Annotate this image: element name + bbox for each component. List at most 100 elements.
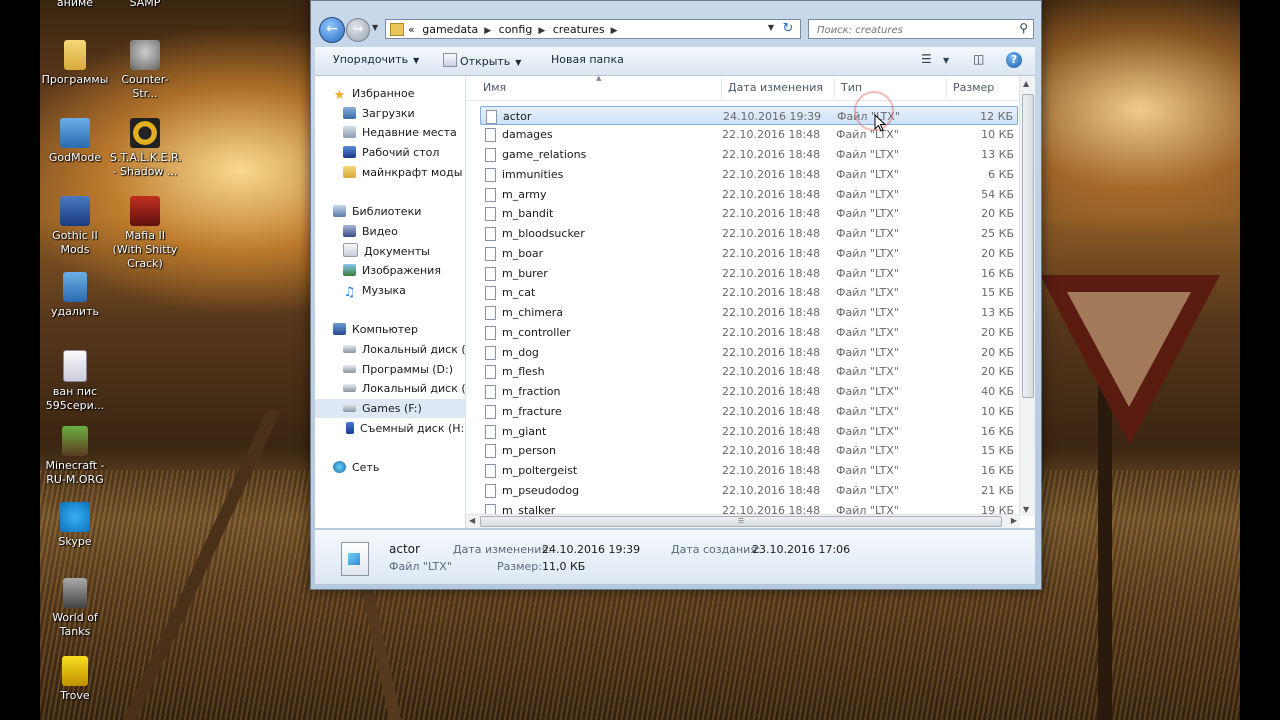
file-row[interactable]: m_pseudodog 22.10.2016 18:48 Файл "LTX" … — [480, 481, 1018, 500]
ltx-file-icon — [485, 148, 496, 162]
file-row[interactable]: damages 22.10.2016 18:48 Файл "LTX" 10 К… — [480, 125, 1018, 144]
desktop-icon-gothic[interactable]: Gothic II Mods — [40, 196, 110, 257]
desktop-icon-anime[interactable]: аниме — [40, 0, 110, 10]
scrollbar-thumb[interactable]: ☰ — [480, 516, 1002, 527]
horizontal-scrollbar[interactable]: ◀ ☰ ▶ — [466, 514, 1020, 528]
file-date: 22.10.2016 18:48 — [722, 188, 821, 201]
nav-item-libraries[interactable]: Библиотеки — [315, 202, 465, 221]
vertical-scrollbar[interactable]: ▲ ▼ — [1019, 76, 1035, 516]
change-view-button[interactable]: ☰ — [921, 52, 932, 70]
chevron-right-icon[interactable]: ▶ — [538, 26, 545, 36]
column-header-type[interactable]: Тип — [841, 81, 862, 94]
nav-item-drive-c[interactable]: Локальный диск (C — [315, 340, 465, 359]
file-row[interactable]: m_cat 22.10.2016 18:48 Файл "LTX" 15 КБ — [480, 283, 1018, 302]
file-icon — [63, 350, 87, 382]
desktop-icon-mafia[interactable]: Mafia II (With Shitty Crack) — [110, 196, 180, 271]
chevron-down-icon: ▼ — [515, 58, 522, 67]
sort-ascending-icon: ▲ — [596, 76, 602, 82]
address-history-dropdown-icon[interactable]: ▼ — [768, 23, 774, 32]
file-row-actor[interactable]: actor 24.10.2016 19:39 Файл "LTX" 12 КБ — [480, 106, 1018, 125]
desktop-icon-counter-strike[interactable]: Counter-Str... — [110, 40, 180, 101]
scroll-right-icon[interactable]: ▶ — [1011, 516, 1017, 525]
file-row[interactable]: m_fraction 22.10.2016 18:48 Файл "LTX" 4… — [480, 382, 1018, 401]
file-row[interactable]: m_dog 22.10.2016 18:48 Файл "LTX" 20 КБ — [480, 343, 1018, 362]
nav-item-drive-e[interactable]: Локальный диск (E: — [315, 379, 465, 398]
file-row[interactable]: m_bandit 22.10.2016 18:48 Файл "LTX" 20 … — [480, 204, 1018, 223]
desktop-icon-minecraft[interactable]: Minecraft - RU-M.ORG — [40, 426, 110, 487]
nav-item-music[interactable]: ♫ Музыка — [315, 281, 465, 300]
breadcrumb-overflow[interactable]: « — [408, 23, 415, 36]
nav-item-desktop[interactable]: Рабочий стол — [315, 143, 465, 162]
nav-item-favorites[interactable]: ★ Избранное — [315, 84, 465, 103]
nav-item-downloads[interactable]: Загрузки — [315, 104, 465, 123]
file-row[interactable]: m_giant 22.10.2016 18:48 Файл "LTX" 16 К… — [480, 422, 1018, 441]
file-name: m_bandit — [502, 207, 554, 220]
organize-label: Упорядочить — [333, 53, 409, 66]
file-row[interactable]: m_burer 22.10.2016 18:48 Файл "LTX" 16 К… — [480, 264, 1018, 283]
nav-item-network[interactable]: Сеть — [315, 458, 465, 477]
nav-item-drive-h[interactable]: Съемный диск (H:) — [315, 419, 465, 438]
search-icon[interactable]: ⚲ — [1019, 21, 1028, 35]
breadcrumb-item[interactable]: config — [499, 23, 533, 36]
help-button[interactable]: ? — [1006, 52, 1022, 68]
column-divider[interactable] — [834, 78, 835, 98]
breadcrumb-item[interactable]: creatures — [553, 23, 605, 36]
file-row[interactable]: m_bloodsucker 22.10.2016 18:48 Файл "LTX… — [480, 224, 1018, 243]
nav-item-drive-f[interactable]: Games (F:) — [315, 399, 465, 418]
scrollbar-thumb[interactable] — [1022, 94, 1034, 398]
file-row[interactable]: m_controller 22.10.2016 18:48 Файл "LTX"… — [480, 323, 1018, 342]
nav-item-video[interactable]: Видео — [315, 222, 465, 241]
nav-item-images[interactable]: Изображения — [315, 261, 465, 280]
chevron-right-icon[interactable]: ▶ — [611, 26, 618, 36]
nav-item-minecraft-mods[interactable]: майнкрафт моды — [315, 163, 465, 182]
refresh-icon[interactable]: ↻ — [780, 21, 796, 37]
chevron-right-icon[interactable]: ▶ — [484, 26, 491, 36]
nav-item-documents[interactable]: Документы — [315, 242, 465, 261]
open-button[interactable]: Открыть ▼ — [443, 53, 521, 68]
preview-pane-button[interactable]: ◫ — [973, 52, 984, 70]
file-row[interactable]: m_boar 22.10.2016 18:48 Файл "LTX" 20 КБ — [480, 244, 1018, 263]
desktop-icon-udalit[interactable]: удалить — [40, 272, 110, 319]
search-box[interactable]: ⚲ — [808, 19, 1034, 39]
recent-pages-dropdown-icon[interactable]: ▼ — [372, 23, 378, 32]
file-row[interactable]: immunities 22.10.2016 18:48 Файл "LTX" 6… — [480, 165, 1018, 184]
nav-item-drive-d[interactable]: Программы (D:) — [315, 360, 465, 379]
column-divider[interactable] — [946, 78, 947, 98]
scroll-down-icon[interactable]: ▼ — [1023, 505, 1029, 514]
scroll-up-icon[interactable]: ▲ — [1023, 79, 1029, 88]
file-row[interactable]: game_relations 22.10.2016 18:48 Файл "LT… — [480, 145, 1018, 164]
new-folder-button[interactable]: Новая папка — [551, 53, 624, 66]
address-bar[interactable]: « gamedata ▶ config ▶ creatures ▶ ▼ ↻ — [385, 19, 801, 39]
scroll-left-icon[interactable]: ◀ — [469, 516, 475, 525]
folder-icon — [390, 23, 404, 36]
breadcrumb-item[interactable]: gamedata — [422, 23, 478, 36]
desktop-icon-programs[interactable]: Программы — [40, 40, 110, 87]
file-type: Файл "LTX" — [836, 168, 899, 181]
desktop-icon-world-of-tanks[interactable]: World of Tanks — [40, 578, 110, 639]
nav-item-computer[interactable]: Компьютер — [315, 320, 465, 339]
file-row[interactable]: m_fracture 22.10.2016 18:48 Файл "LTX" 1… — [480, 402, 1018, 421]
file-row[interactable]: m_army 22.10.2016 18:48 Файл "LTX" 54 КБ — [480, 185, 1018, 204]
file-row[interactable]: m_poltergeist 22.10.2016 18:48 Файл "LTX… — [480, 461, 1018, 480]
desktop-icon-trove[interactable]: Trove — [40, 656, 110, 703]
desktop-icon-skype[interactable]: Skype — [40, 502, 110, 549]
organize-button[interactable]: Упорядочить ▼ — [333, 53, 419, 66]
column-header-date[interactable]: Дата изменения — [728, 81, 823, 94]
back-button[interactable]: ← — [319, 17, 345, 43]
file-name: m_cat — [502, 286, 536, 299]
column-header-size[interactable]: Размер — [953, 81, 994, 94]
desktop-icon-godmode[interactable]: GodMode — [40, 118, 110, 165]
desktop-icon-one-piece[interactable]: ван пис 595сери... — [40, 350, 110, 413]
desktop-icon-stalker[interactable]: S.T.A.L.K.E.R. - Shadow ... — [110, 118, 182, 179]
column-divider[interactable] — [721, 78, 722, 98]
file-row[interactable]: m_chimera 22.10.2016 18:48 Файл "LTX" 13… — [480, 303, 1018, 322]
desktop-icon-label: аниме — [56, 0, 94, 9]
nav-item-recent[interactable]: Недавние места — [315, 123, 465, 142]
file-row[interactable]: m_person 22.10.2016 18:48 Файл "LTX" 15 … — [480, 441, 1018, 460]
file-row[interactable]: m_flesh 22.10.2016 18:48 Файл "LTX" 20 К… — [480, 362, 1018, 381]
forward-button[interactable]: → — [346, 18, 370, 42]
column-header-name[interactable]: Имя — [483, 81, 506, 94]
desktop-icon-samp[interactable]: SAMP — [110, 0, 180, 10]
search-input[interactable] — [815, 22, 1009, 38]
view-options-dropdown[interactable]: ▼ — [943, 56, 949, 74]
